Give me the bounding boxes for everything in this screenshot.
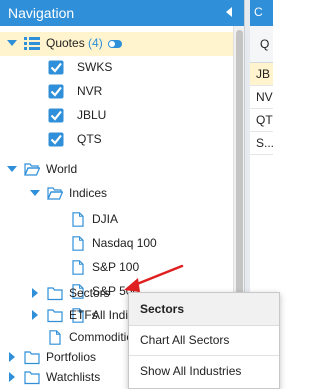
checkbox-checked-icon[interactable] — [48, 60, 64, 75]
tree-item-label: Quotes (4) — [46, 36, 103, 51]
table-row[interactable]: S... — [250, 132, 273, 155]
folder-icon — [24, 371, 40, 385]
cell-symbol: QT — [256, 113, 273, 127]
menu-item-label: Chart All Sectors — [140, 333, 230, 347]
expand-toggle-icon[interactable] — [7, 166, 17, 172]
document-icon — [72, 212, 84, 227]
tree-item-label: NVR — [77, 84, 103, 98]
list-icon — [24, 37, 40, 50]
folder-icon — [47, 287, 63, 301]
open-folder-icon — [47, 187, 63, 200]
tree-item-nvr[interactable]: NVR — [0, 80, 233, 104]
expand-toggle-icon[interactable] — [7, 40, 17, 46]
document-icon — [72, 236, 84, 251]
right-panel-toolbar-label: Q — [260, 37, 270, 51]
tree-item-label: Portfolios — [46, 350, 97, 364]
tree-item-indices[interactable]: Indices — [0, 182, 233, 206]
document-icon — [72, 260, 84, 275]
context-menu-title: Sectors — [129, 293, 279, 326]
tree-item-qts[interactable]: QTS — [0, 128, 233, 152]
toggle-switch[interactable] — [108, 40, 122, 48]
expand-toggle-icon[interactable] — [32, 310, 38, 320]
menu-item-chart-all-sectors[interactable]: Chart All Sectors — [129, 325, 279, 355]
expand-toggle-icon[interactable] — [32, 288, 38, 298]
tree-item-nasdaq-100[interactable]: Nasdaq 100 — [0, 232, 233, 256]
quotes-count: (4) — [88, 36, 103, 50]
tree-item-label: DJIA — [92, 212, 119, 226]
scrollbar-thumb[interactable] — [236, 30, 243, 316]
document-icon — [49, 330, 61, 345]
navigation-header: Navigation — [0, 0, 244, 26]
quotes-label: Quotes — [46, 36, 85, 50]
tree-item-label: Watchlists — [46, 370, 101, 384]
checkbox-checked-icon[interactable] — [48, 132, 64, 147]
menu-item-label: Show All Industries — [140, 364, 242, 378]
cell-symbol: JB — [256, 67, 271, 81]
tree-item-sp-100[interactable]: S&P 100 — [0, 256, 233, 280]
tree-item-label: Indices — [69, 186, 108, 200]
table-row[interactable]: NV — [250, 86, 273, 109]
tree-item-swks[interactable]: SWKS — [0, 56, 233, 80]
right-panel-toolbar: Q — [250, 26, 273, 63]
tree-item-label: SWKS — [77, 60, 113, 74]
checkbox-checked-icon[interactable] — [48, 108, 64, 123]
cell-symbol: NV — [256, 90, 273, 104]
collapse-left-icon[interactable] — [226, 7, 232, 17]
folder-icon — [24, 351, 40, 365]
tree-item-world[interactable]: World — [0, 158, 233, 182]
tree-item-label: Sectors — [69, 286, 110, 300]
menu-item-show-all-industries[interactable]: Show All Industries — [129, 356, 279, 386]
table-row[interactable]: JB — [250, 63, 273, 86]
expand-toggle-icon[interactable] — [30, 190, 40, 196]
tree-item-djia[interactable]: DJIA — [0, 208, 233, 232]
tree-item-quotes[interactable]: Quotes (4) — [0, 32, 233, 56]
tree-item-label: JBLU — [77, 108, 107, 122]
tree-item-jblu[interactable]: JBLU — [0, 104, 233, 128]
expand-toggle-icon[interactable] — [9, 352, 15, 362]
right-panel-header: C — [250, 0, 273, 26]
right-panel-title: C — [254, 5, 263, 19]
cell-symbol: S... — [256, 136, 273, 150]
expand-toggle-icon[interactable] — [9, 372, 15, 382]
tree-item-label: ETFs — [69, 308, 98, 322]
context-menu-title-label: Sectors — [140, 302, 185, 316]
tree-item-label: World — [46, 162, 78, 176]
folder-icon — [47, 309, 63, 323]
checkbox-checked-icon[interactable] — [48, 84, 64, 99]
tree-item-label: Nasdaq 100 — [92, 236, 157, 250]
context-menu: Sectors Chart All Sectors Show All Indus… — [128, 292, 280, 389]
tree-item-label: QTS — [77, 132, 102, 146]
table-row[interactable]: QT — [250, 109, 273, 132]
panel-title: Navigation — [8, 5, 75, 21]
open-folder-icon — [24, 163, 40, 176]
